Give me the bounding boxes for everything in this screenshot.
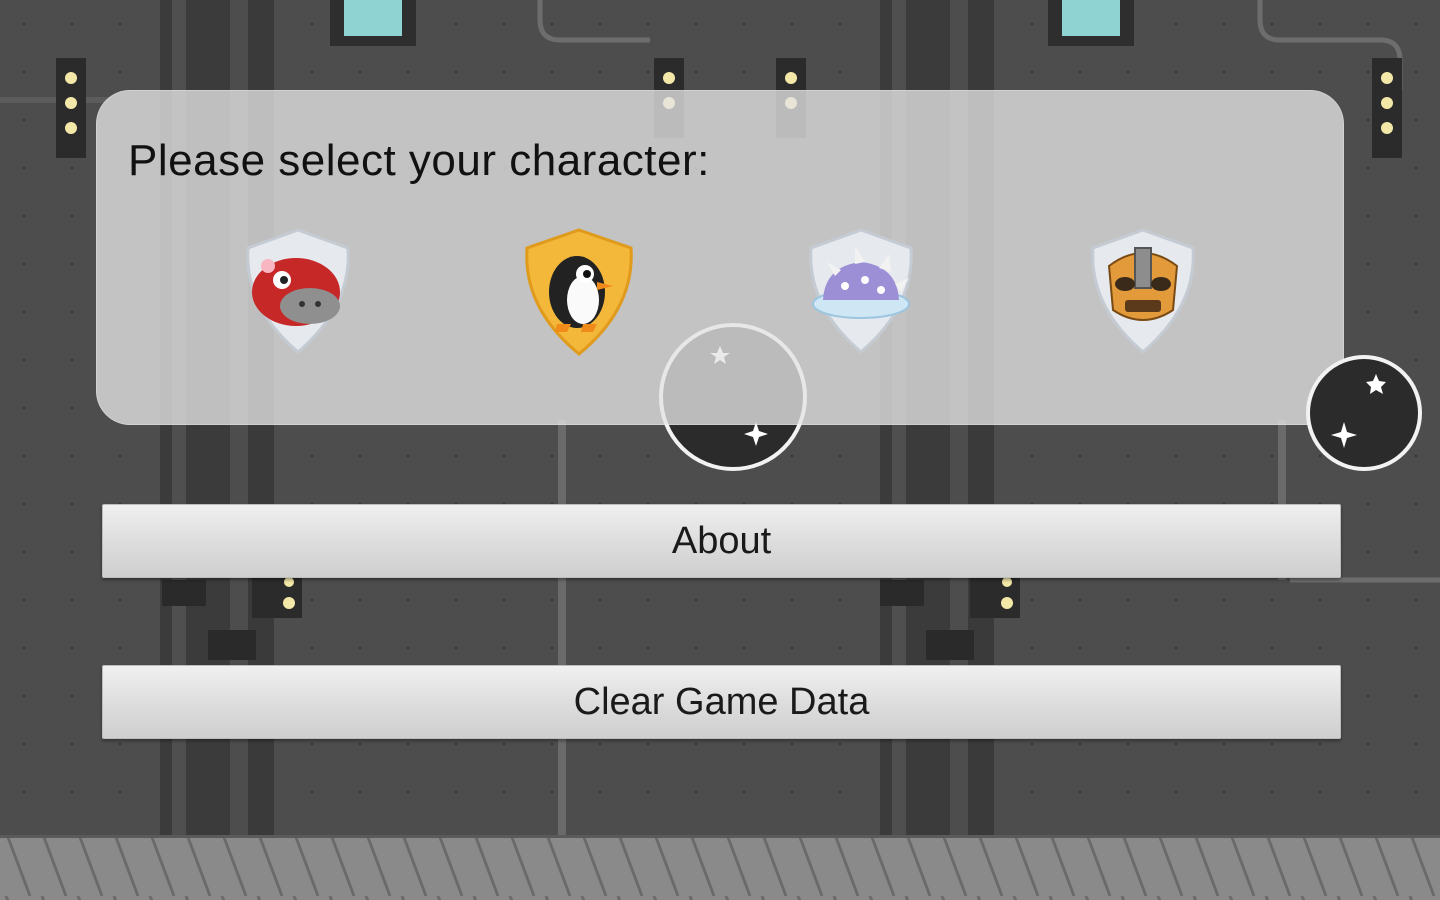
character-option-shell[interactable] [799, 226, 923, 356]
character-option-mask[interactable] [1081, 226, 1205, 356]
red-hippo-icon [246, 228, 350, 354]
character-select-panel: Please select your character: [96, 90, 1344, 425]
character-option-hippo[interactable] [236, 226, 360, 356]
bubble-decoration [1304, 350, 1424, 476]
about-button[interactable]: About [102, 504, 1341, 578]
panel-title: Please select your character: [128, 136, 710, 185]
spiky-shell-icon [809, 228, 913, 354]
clear-game-data-button[interactable]: Clear Game Data [102, 665, 1341, 739]
armored-mask-icon [1091, 228, 1195, 354]
character-option-penguin[interactable] [517, 226, 641, 356]
penguin-icon [525, 228, 633, 356]
